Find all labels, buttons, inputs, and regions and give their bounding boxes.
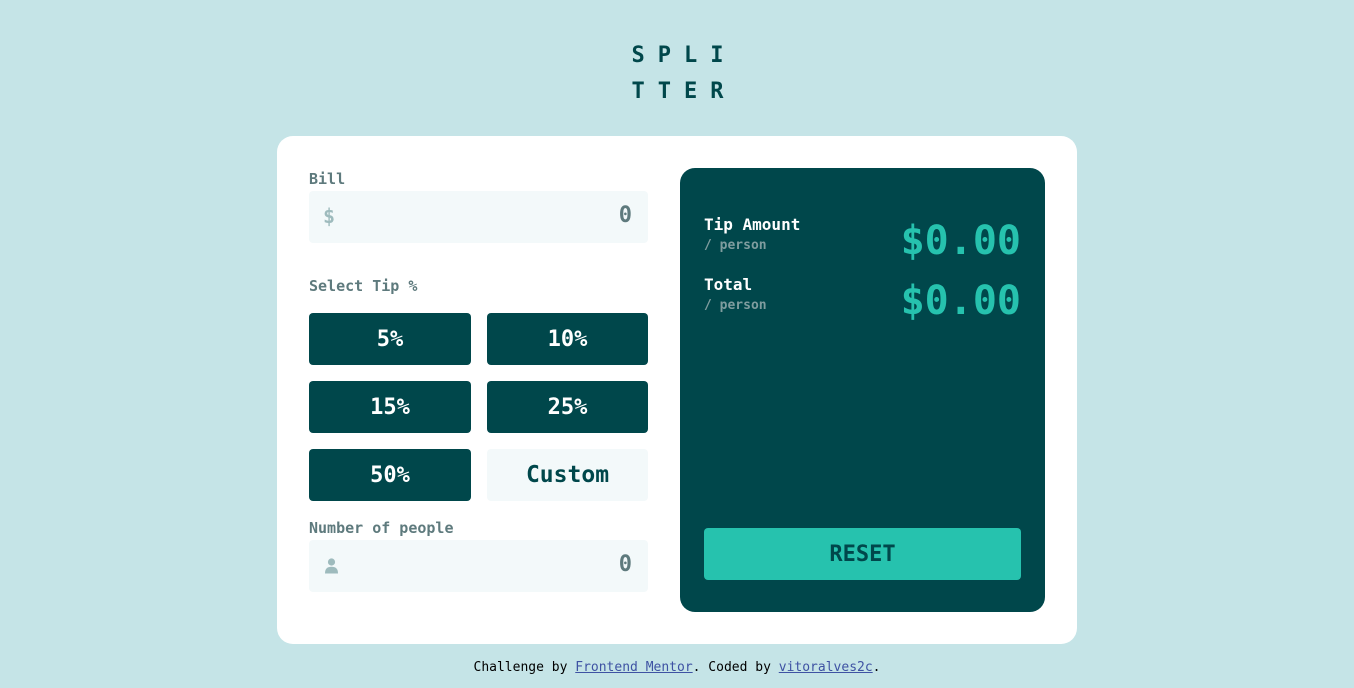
calculator-card: Bill $ 0 Select Tip % 5% 10% 15% 25% 50%…	[277, 136, 1077, 644]
attribution-middle: . Coded by	[692, 660, 779, 675]
results-panel: Tip Amount / person $0.00 Total / person…	[680, 168, 1045, 612]
people-input[interactable]: 0	[309, 540, 648, 592]
attribution-footer: Challenge by Frontend Mentor. Coded by v…	[0, 660, 1354, 675]
attribution-suffix: .	[872, 660, 881, 675]
total-value: $0.00	[900, 278, 1021, 324]
tip-amount-per-person-label: / person	[704, 238, 767, 253]
total-per-person-label: / person	[704, 298, 767, 313]
logo-line-1: SPLI	[631, 43, 737, 68]
tip-button-50[interactable]: 50%	[309, 449, 471, 501]
total-label: Total	[704, 275, 753, 294]
tip-button-25[interactable]: 25%	[487, 381, 648, 433]
number-of-people-label: Number of people	[309, 519, 454, 537]
tip-button-5[interactable]: 5%	[309, 313, 471, 365]
frontend-mentor-link[interactable]: Frontend Mentor	[575, 660, 692, 675]
app-logo: SPLI TTER	[622, 38, 738, 110]
people-input-value: 0	[618, 552, 632, 577]
person-icon	[325, 558, 338, 574]
author-link[interactable]: vitoralves2c	[779, 660, 873, 675]
tip-amount-label: Tip Amount	[704, 215, 801, 234]
tip-button-15[interactable]: 15%	[309, 381, 471, 433]
select-tip-label: Select Tip %	[309, 277, 418, 295]
tip-amount-value: $0.00	[900, 218, 1021, 264]
bill-input[interactable]: $ 0	[309, 191, 648, 243]
dollar-icon: $	[323, 204, 336, 228]
bill-label: Bill	[309, 170, 346, 188]
attribution-prefix: Challenge by	[473, 660, 576, 675]
reset-button[interactable]: RESET	[704, 528, 1021, 580]
tip-button-10[interactable]: 10%	[487, 313, 648, 365]
logo-line-2: TTER	[631, 79, 737, 104]
custom-tip-input[interactable]: Custom	[487, 449, 648, 501]
bill-input-value: 0	[618, 203, 632, 228]
